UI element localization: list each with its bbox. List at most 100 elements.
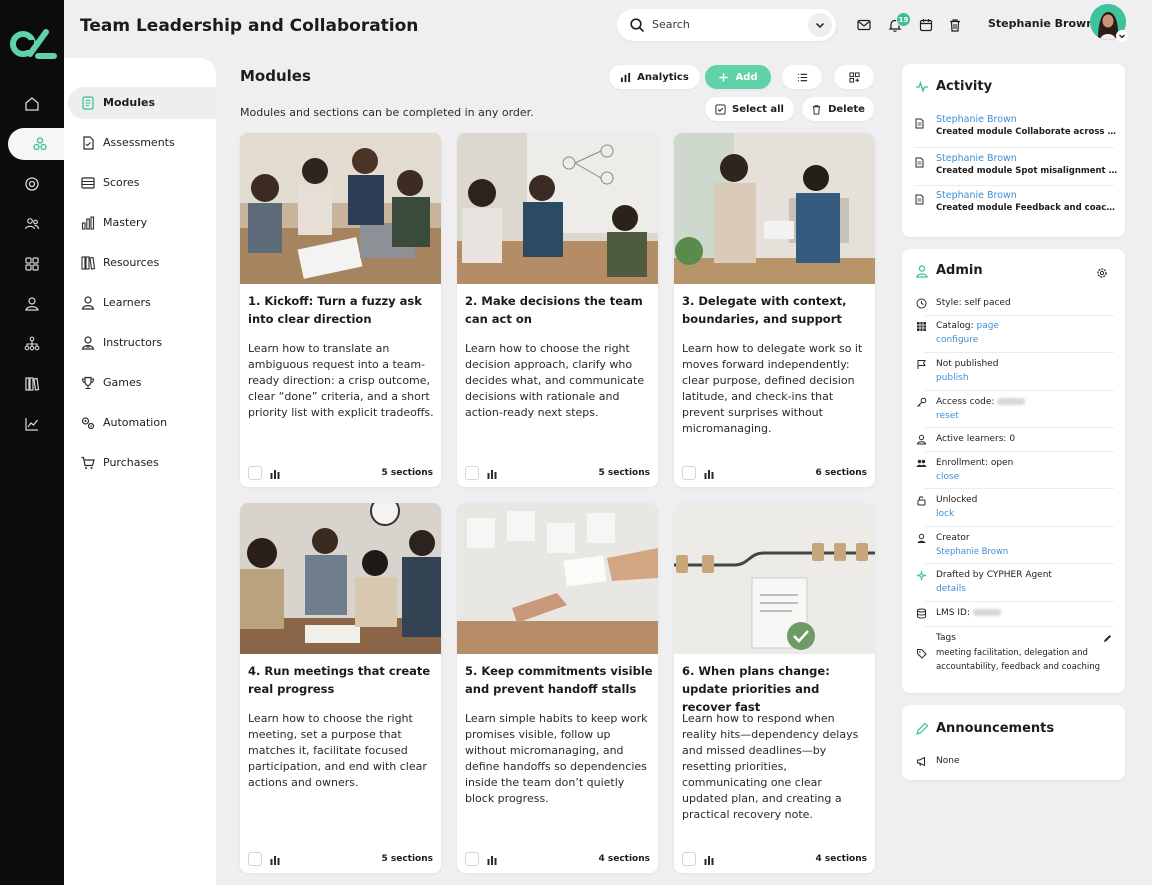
subnav-item-instructors[interactable]: Instructors xyxy=(68,327,216,359)
rail-modules[interactable] xyxy=(8,128,72,160)
delete-button[interactable]: Delete xyxy=(802,97,874,121)
module-checkbox[interactable] xyxy=(248,466,262,480)
subnav-label: Automation xyxy=(103,416,168,429)
module-title[interactable]: 2. Make decisions the team can act on xyxy=(465,292,653,328)
calendar-icon[interactable] xyxy=(918,17,934,33)
learners-icon xyxy=(81,296,95,310)
subnav-item-learners[interactable]: Learners xyxy=(68,287,216,319)
trash-icon[interactable] xyxy=(947,17,963,33)
subnav-item-games[interactable]: Games xyxy=(68,367,216,399)
module-card[interactable]: 6. When plans change: update priorities … xyxy=(674,503,875,873)
activity-panel: Activity Stephanie Brown Created module … xyxy=(902,64,1125,237)
rail-person[interactable] xyxy=(0,288,64,320)
subnav-label: Purchases xyxy=(103,456,159,469)
bar-chart-icon[interactable] xyxy=(487,855,497,865)
bar-chart-icon[interactable] xyxy=(704,469,714,479)
add-button[interactable]: Add xyxy=(705,65,771,89)
subnav-item-scores[interactable]: Scores xyxy=(68,167,216,199)
activity-message: Created module Collaborate across roles xyxy=(936,127,1118,137)
activity-user[interactable]: Stephanie Brown xyxy=(936,114,1017,125)
chevron-down-icon[interactable] xyxy=(1116,30,1128,42)
access-code-redacted xyxy=(997,398,1026,405)
module-card[interactable]: 4. Run meetings that create real progres… xyxy=(240,503,441,873)
creator-link[interactable]: Stephanie Brown xyxy=(936,546,1008,559)
module-card[interactable]: 1. Kickoff: Turn a fuzzy ask into clear … xyxy=(240,133,441,487)
clock-icon xyxy=(916,298,927,309)
activity-title: Activity xyxy=(936,79,993,94)
module-checkbox[interactable] xyxy=(248,852,262,866)
bar-chart-icon[interactable] xyxy=(487,469,497,479)
search-bar[interactable]: Search xyxy=(617,9,836,41)
module-checkbox[interactable] xyxy=(465,852,479,866)
activity-user[interactable]: Stephanie Brown xyxy=(936,153,1017,164)
announcements-value: None xyxy=(936,756,960,766)
grid-view-button[interactable] xyxy=(834,65,874,89)
analytics-button[interactable]: Analytics xyxy=(609,65,700,89)
module-title[interactable]: 3. Delegate with context, boundaries, an… xyxy=(682,292,870,328)
module-card[interactable]: 5. Keep commitments visible and prevent … xyxy=(457,503,658,873)
bar-chart-icon[interactable] xyxy=(270,855,280,865)
list-view-button[interactable] xyxy=(782,65,822,89)
divider xyxy=(924,352,1114,353)
module-card[interactable]: 3. Delegate with context, boundaries, an… xyxy=(674,133,875,487)
module-card[interactable]: 2. Make decisions the team can act on Le… xyxy=(457,133,658,487)
search-dropdown-button[interactable] xyxy=(808,13,832,37)
subnav-item-automation[interactable]: Automation xyxy=(68,407,216,439)
enrollment-close-link[interactable]: close xyxy=(936,471,959,484)
module-title[interactable]: 1. Kickoff: Turn a fuzzy ask into clear … xyxy=(248,292,436,328)
drafted-details-link[interactable]: details xyxy=(936,583,966,596)
module-title[interactable]: 5. Keep commitments visible and prevent … xyxy=(465,662,653,698)
user-name[interactable]: Stephanie Brown xyxy=(988,17,1094,30)
rail-org[interactable] xyxy=(0,328,64,360)
module-checkbox[interactable] xyxy=(682,852,696,866)
analytics-icon xyxy=(25,418,38,431)
bar-chart-icon[interactable] xyxy=(270,469,280,479)
module-title[interactable]: 4. Run meetings that create real progres… xyxy=(248,662,436,698)
plus-icon xyxy=(719,72,729,82)
access-reset-link[interactable]: reset xyxy=(936,410,959,423)
rail-people[interactable] xyxy=(0,208,64,240)
rail-grid[interactable] xyxy=(0,248,64,280)
pencil-icon[interactable] xyxy=(1102,633,1113,644)
module-sections-count: 5 sections xyxy=(598,468,650,478)
bar-chart-icon[interactable] xyxy=(704,855,714,865)
catalog-page-link[interactable]: page xyxy=(976,321,998,331)
admin-title: Admin xyxy=(936,263,983,278)
rail-analytics[interactable] xyxy=(0,408,64,440)
app-logo[interactable] xyxy=(8,26,58,62)
document-icon xyxy=(915,118,924,129)
subnav-item-modules[interactable]: Modules xyxy=(68,87,216,119)
subnav-item-resources[interactable]: Resources xyxy=(68,247,216,279)
gear-icon[interactable] xyxy=(1096,267,1108,279)
add-label: Add xyxy=(735,71,758,83)
activity-message: Created module Spot misalignment early xyxy=(936,166,1118,176)
module-title[interactable]: 6. When plans change: update priorities … xyxy=(682,662,870,716)
activity-user[interactable]: Stephanie Brown xyxy=(936,190,1017,201)
subnav-item-assessments[interactable]: Assessments xyxy=(68,127,216,159)
module-checkbox[interactable] xyxy=(465,466,479,480)
module-sections-count: 5 sections xyxy=(381,468,433,478)
subnav-item-purchases[interactable]: Purchases xyxy=(68,447,216,479)
lock-link[interactable]: lock xyxy=(936,508,954,521)
divider xyxy=(924,601,1114,602)
analytics-label: Analytics xyxy=(637,71,689,83)
subnav-label: Instructors xyxy=(103,336,163,349)
announcements-panel: Announcements None xyxy=(902,705,1125,780)
rail-target[interactable] xyxy=(0,168,64,200)
module-checkbox[interactable] xyxy=(682,466,696,480)
subnav-item-mastery[interactable]: Mastery xyxy=(68,207,216,239)
mastery-icon xyxy=(81,216,95,230)
select-all-button[interactable]: Select all xyxy=(705,97,794,121)
rail-library[interactable] xyxy=(0,368,64,400)
rail-home[interactable] xyxy=(0,88,64,120)
admin-user-icon xyxy=(916,264,928,278)
people-icon xyxy=(24,218,40,230)
learner-icon xyxy=(916,434,927,445)
catalog-configure-link[interactable]: configure xyxy=(936,334,978,347)
subnav-label: Modules xyxy=(103,96,155,109)
publish-link[interactable]: publish xyxy=(936,372,969,385)
search-input[interactable]: Search xyxy=(652,18,690,31)
admin-enrollment: Enrollment: open xyxy=(936,458,1014,468)
module-thumbnail xyxy=(457,133,658,284)
mail-icon[interactable] xyxy=(856,17,872,33)
